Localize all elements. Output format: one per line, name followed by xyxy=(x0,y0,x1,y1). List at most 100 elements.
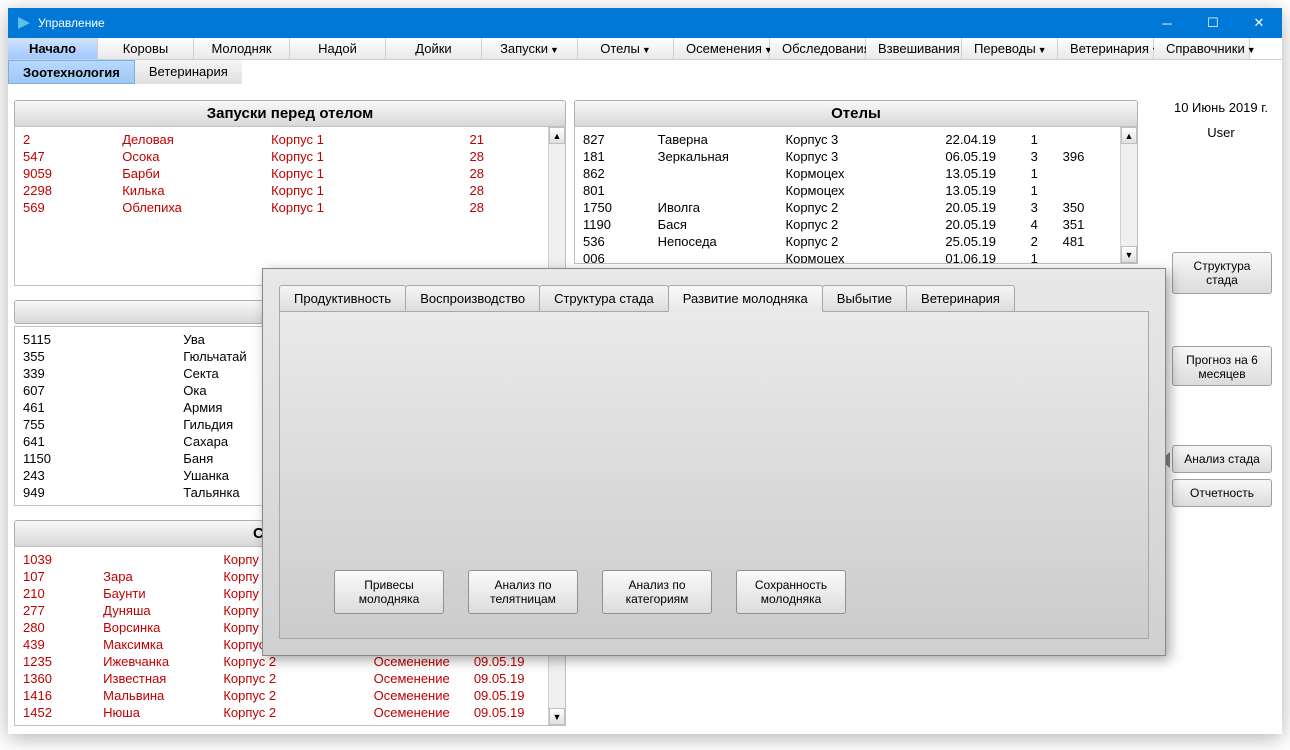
maximize-button[interactable]: ☐ xyxy=(1190,8,1236,38)
modal-tab-1[interactable]: Воспроизводство xyxy=(405,285,540,312)
modal-tab-4[interactable]: Выбытие xyxy=(822,285,907,312)
menu-ветеринария[interactable]: Ветеринария▼ xyxy=(1058,38,1154,59)
cell: 01.06.19 xyxy=(943,250,1028,264)
otchetnost-button[interactable]: Отчетность xyxy=(1172,479,1272,507)
cell: 355 xyxy=(21,348,181,365)
modal-action-2[interactable]: Анализ по категориям xyxy=(602,570,712,614)
cell: 13.05.19 xyxy=(943,182,1028,199)
cell: 25.05.19 xyxy=(943,233,1028,250)
cell: Корпус 1 xyxy=(269,148,467,165)
table-row[interactable]: 1750ИволгаКорпус 220.05.193350 xyxy=(581,199,1114,216)
titlebar: Управление ─ ☐ ✕ xyxy=(8,8,1282,38)
cell: 1750 xyxy=(581,199,656,216)
cell: 536 xyxy=(581,233,656,250)
table-row[interactable]: 536НепоседаКорпус 225.05.192481 xyxy=(581,233,1114,250)
cell: Кормоцех xyxy=(784,250,944,264)
cell: 09.05.19 xyxy=(472,687,542,704)
table-row[interactable]: 547ОсокаКорпус 128 xyxy=(21,148,542,165)
modal-tab-0[interactable]: Продуктивность xyxy=(279,285,406,312)
cell: Кормоцех xyxy=(784,165,944,182)
cell: 13.05.19 xyxy=(943,165,1028,182)
menu-отелы[interactable]: Отелы▼ xyxy=(578,38,674,59)
table-row[interactable]: 006Кормоцех01.06.191 xyxy=(581,250,1114,264)
cell: Нюша xyxy=(101,704,221,721)
cell: 09.05.19 xyxy=(472,670,542,687)
menu-обследования[interactable]: Обследования▼ xyxy=(770,38,866,59)
table-row[interactable]: 801Кормоцех13.05.191 xyxy=(581,182,1114,199)
cell: 28 xyxy=(468,199,542,216)
cell: Деловая xyxy=(120,131,269,148)
cell: Известная xyxy=(101,670,221,687)
table-row[interactable]: 827ТавернаКорпус 322.04.191 xyxy=(581,131,1114,148)
menu-справочники[interactable]: Справочники▼ xyxy=(1154,38,1250,59)
modal-tab-2[interactable]: Структура стада xyxy=(539,285,669,312)
cell: Непоседа xyxy=(656,233,784,250)
current-date: 10 Июнь 2019 г. xyxy=(1166,100,1276,115)
cell: Корпус 2 xyxy=(784,199,944,216)
table-row[interactable]: 2298КилькаКорпус 128 xyxy=(21,182,542,199)
cell: 277 xyxy=(21,602,101,619)
analysis-modal: ПродуктивностьВоспроизводствоСтруктура с… xyxy=(262,268,1166,656)
table-row[interactable]: 1190БасяКорпус 220.05.194351 xyxy=(581,216,1114,233)
cell: Ворсинка xyxy=(101,619,221,636)
scroll-down-icon[interactable]: ▼ xyxy=(549,708,565,725)
modal-tab-3[interactable]: Развитие молодняка xyxy=(668,285,823,312)
cell: 396 xyxy=(1061,148,1114,165)
cell: Корпус 3 xyxy=(784,131,944,148)
cell: 461 xyxy=(21,399,181,416)
submenu-0[interactable]: Зоотехнология xyxy=(8,60,135,84)
scroll-down-icon[interactable]: ▼ xyxy=(1121,246,1137,263)
scroll-up-icon[interactable]: ▲ xyxy=(1121,127,1137,144)
scrollbar[interactable]: ▲ ▼ xyxy=(1120,127,1137,263)
scrollbar[interactable]: ▲ ▼ xyxy=(548,127,565,285)
menu-переводы[interactable]: Переводы▼ xyxy=(962,38,1058,59)
modal-tab-5[interactable]: Ветеринария xyxy=(906,285,1015,312)
modal-action-3[interactable]: Сохранность молодняка xyxy=(736,570,846,614)
cell: 4 xyxy=(1029,216,1061,233)
table-row[interactable]: 1360ИзвестнаяКорпус 2Осеменение09.05.19 xyxy=(21,670,542,687)
table-row[interactable]: 2ДеловаяКорпус 121 xyxy=(21,131,542,148)
table-row[interactable]: 1452НюшаКорпус 2Осеменение09.05.19 xyxy=(21,704,542,721)
cell: 1 xyxy=(1029,182,1061,199)
table-row[interactable]: 9059БарбиКорпус 128 xyxy=(21,165,542,182)
menu-надой[interactable]: Надой xyxy=(290,38,386,59)
table-row[interactable]: 569ОблепихаКорпус 128 xyxy=(21,199,542,216)
cell: Кормоцех xyxy=(784,182,944,199)
struktura-stada-button[interactable]: Структура стада xyxy=(1172,252,1272,294)
cell xyxy=(1061,131,1114,148)
cell xyxy=(101,551,221,568)
cell: 339 xyxy=(21,365,181,382)
modal-action-0[interactable]: Привесы молодняка xyxy=(334,570,444,614)
cell: 28 xyxy=(468,182,542,199)
cell: 243 xyxy=(21,467,181,484)
cell: 2 xyxy=(1029,233,1061,250)
cell xyxy=(656,250,784,264)
table-row[interactable]: 181ЗеркальнаяКорпус 306.05.193396 xyxy=(581,148,1114,165)
prognoz-button[interactable]: Прогноз на 6 месяцев xyxy=(1172,346,1272,386)
menu-осеменения[interactable]: Осеменения▼ xyxy=(674,38,770,59)
cell xyxy=(656,165,784,182)
scroll-up-icon[interactable]: ▲ xyxy=(549,127,565,144)
modal-action-1[interactable]: Анализ по телятницам xyxy=(468,570,578,614)
menu-молодняк[interactable]: Молодняк xyxy=(194,38,290,59)
menu-коровы[interactable]: Коровы xyxy=(98,38,194,59)
submenu-1[interactable]: Ветеринария xyxy=(135,60,242,84)
cell: 949 xyxy=(21,484,181,501)
cell: 1416 xyxy=(21,687,101,704)
menu-запуски[interactable]: Запуски▼ xyxy=(482,38,578,59)
app-icon xyxy=(16,15,32,31)
minimize-button[interactable]: ─ xyxy=(1144,8,1190,38)
menu-начало[interactable]: Начало xyxy=(8,38,98,59)
cell: 280 xyxy=(21,619,101,636)
menu-взвешивания[interactable]: Взвешивания▼ xyxy=(866,38,962,59)
close-button[interactable]: ✕ xyxy=(1236,8,1282,38)
cell: Ижевчанка xyxy=(101,653,221,670)
menu-дойки[interactable]: Дойки xyxy=(386,38,482,59)
cell: 641 xyxy=(21,433,181,450)
cell: Корпус 2 xyxy=(784,216,944,233)
table-row[interactable]: 862Кормоцех13.05.191 xyxy=(581,165,1114,182)
analiz-stada-button[interactable]: Анализ стада xyxy=(1172,445,1272,473)
table-row[interactable]: 1416МальвинаКорпус 2Осеменение09.05.19 xyxy=(21,687,542,704)
cell: 181 xyxy=(581,148,656,165)
cell: 1 xyxy=(1029,165,1061,182)
